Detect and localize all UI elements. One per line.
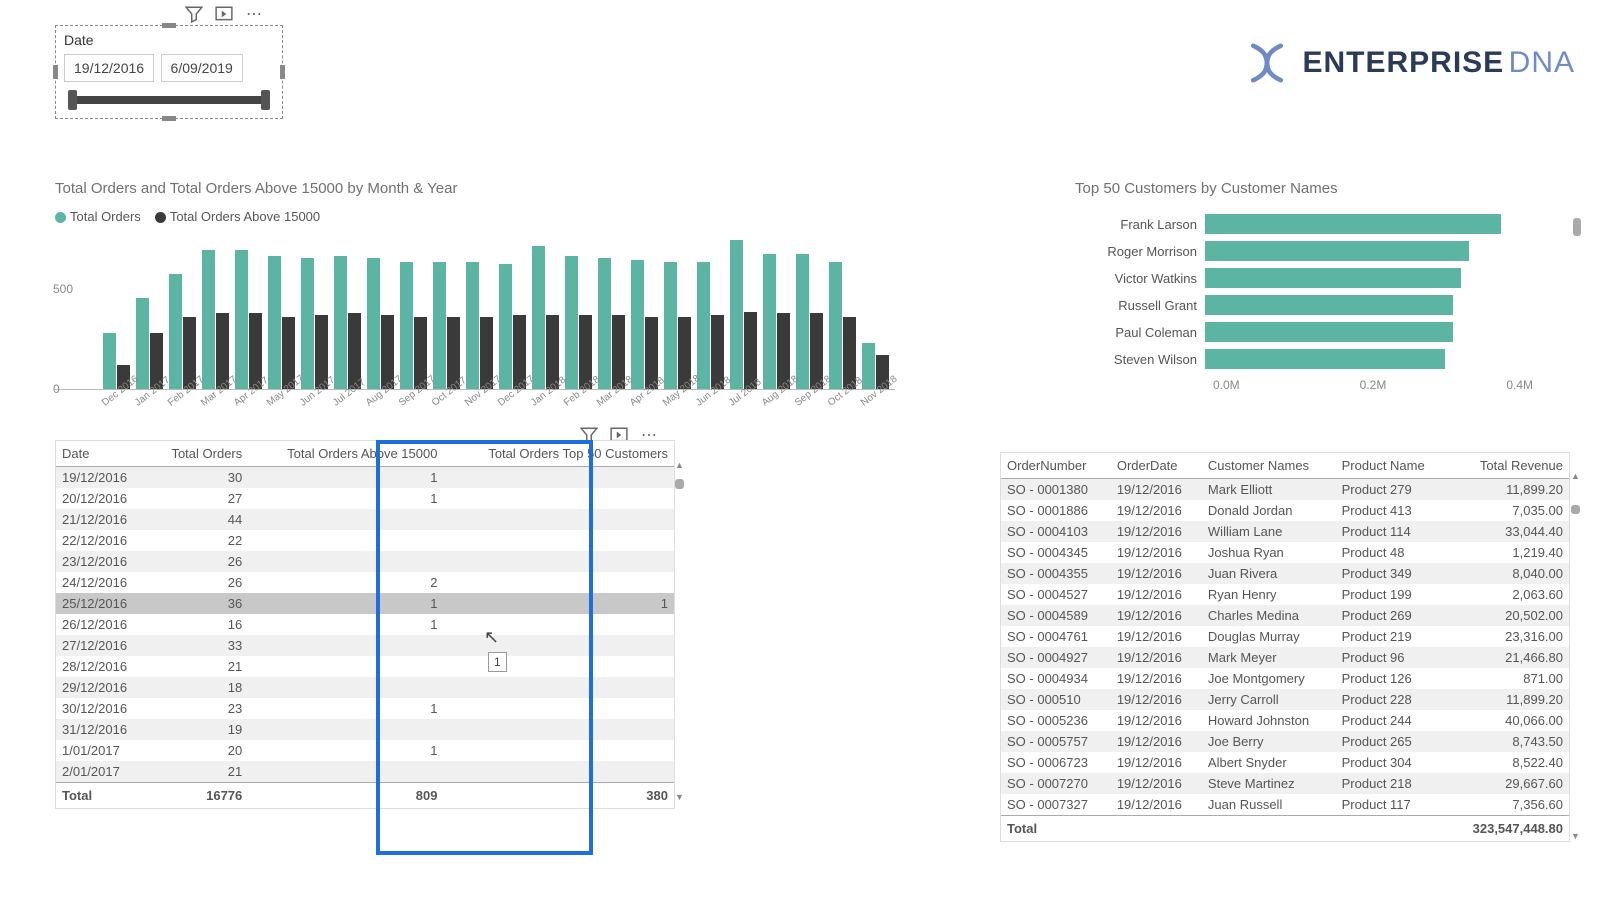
date-from-input[interactable]: 19/12/2016 xyxy=(64,54,154,82)
table-row[interactable]: 27/12/201633 xyxy=(56,635,674,656)
customer-bar[interactable] xyxy=(1205,295,1453,315)
bar-total-orders[interactable] xyxy=(136,298,149,389)
bar-total-orders[interactable] xyxy=(169,274,182,389)
table-row[interactable]: 21/12/201644 xyxy=(56,509,674,530)
table-row[interactable]: 31/12/201619 xyxy=(56,719,674,740)
column-header[interactable]: Total Orders Above 15000 xyxy=(248,441,443,467)
bar-total-orders[interactable] xyxy=(763,254,776,389)
column-header[interactable]: Customer Names xyxy=(1202,453,1336,479)
bar-total-orders[interactable] xyxy=(631,260,644,389)
table-total-row: Total323,547,448.80 xyxy=(1001,816,1569,842)
table-row[interactable]: 25/12/20163611 xyxy=(56,593,674,614)
date-to-input[interactable]: 6/09/2019 xyxy=(161,54,243,82)
table-row[interactable]: 26/12/2016161 xyxy=(56,614,674,635)
column-header[interactable]: Total Orders xyxy=(149,441,249,467)
table-row[interactable]: SO - 00051019/12/2016Jerry CarrollProduc… xyxy=(1001,689,1569,710)
top-50-customers-chart[interactable]: Top 50 Customers by Customer Names Frank… xyxy=(1075,180,1575,392)
table-row[interactable]: 20/12/2016271 xyxy=(56,488,674,509)
customer-name-label: Roger Morrison xyxy=(1075,244,1205,259)
chart-title: Top 50 Customers by Customer Names xyxy=(1075,180,1575,197)
table-row[interactable]: 1/01/2017201 xyxy=(56,740,674,761)
bar-total-orders[interactable] xyxy=(400,262,413,389)
orders-by-date-table[interactable]: ▲▼ DateTotal OrdersTotal Orders Above 15… xyxy=(55,440,675,809)
table-scrollbar[interactable]: ▲▼ xyxy=(1571,471,1580,841)
chart-scrollbar[interactable] xyxy=(1573,218,1581,236)
bar-total-orders[interactable] xyxy=(202,250,215,389)
table-row[interactable]: 2/01/201721 xyxy=(56,761,674,783)
table-row[interactable]: SO - 000672319/12/2016Albert SnyderProdu… xyxy=(1001,752,1569,773)
bar-total-orders[interactable] xyxy=(301,258,314,389)
table-row[interactable]: 30/12/2016231 xyxy=(56,698,674,719)
customer-name-label: Russell Grant xyxy=(1075,298,1205,313)
bar-total-orders[interactable] xyxy=(235,250,248,389)
table-row[interactable]: SO - 000727019/12/2016Steve MartinezProd… xyxy=(1001,773,1569,794)
table-row[interactable]: SO - 000435519/12/2016Juan RiveraProduct… xyxy=(1001,563,1569,584)
bar-total-orders[interactable] xyxy=(598,258,611,389)
bar-total-orders[interactable] xyxy=(664,262,677,389)
slicer-title: Date xyxy=(64,32,274,48)
table-row[interactable]: SO - 000523619/12/2016Howard JohnstonPro… xyxy=(1001,710,1569,731)
cell-tooltip: 1 xyxy=(488,652,507,672)
bar-total-orders[interactable] xyxy=(796,254,809,389)
customer-name-label: Paul Coleman xyxy=(1075,325,1205,340)
table-row[interactable]: SO - 000476119/12/2016Douglas MurrayProd… xyxy=(1001,626,1569,647)
filter-icon[interactable] xyxy=(185,5,203,23)
bar-total-orders[interactable] xyxy=(433,262,446,389)
customer-name-label: Steven Wilson xyxy=(1075,352,1205,367)
customer-bar[interactable] xyxy=(1205,214,1501,234)
bar-total-orders[interactable] xyxy=(334,256,347,389)
table-row[interactable]: SO - 000434519/12/2016Joshua RyanProduct… xyxy=(1001,542,1569,563)
table-scrollbar[interactable]: ▲▼ xyxy=(675,461,684,801)
table-row[interactable]: SO - 000732719/12/2016Juan RussellProduc… xyxy=(1001,794,1569,816)
column-header[interactable]: Product Name xyxy=(1336,453,1448,479)
table-row[interactable]: SO - 000458919/12/2016Charles MedinaProd… xyxy=(1001,605,1569,626)
date-range-slider[interactable] xyxy=(68,96,270,104)
bar-total-orders[interactable] xyxy=(532,246,545,389)
column-header[interactable]: OrderDate xyxy=(1111,453,1202,479)
table-row[interactable]: SO - 000138019/12/2016Mark ElliottProduc… xyxy=(1001,479,1569,501)
column-header[interactable]: Total Revenue xyxy=(1448,453,1569,479)
bar-total-orders[interactable] xyxy=(697,262,710,389)
table-row[interactable]: SO - 000410319/12/2016William LaneProduc… xyxy=(1001,521,1569,542)
table-row[interactable]: SO - 000452719/12/2016Ryan HenryProduct … xyxy=(1001,584,1569,605)
bar-total-orders[interactable] xyxy=(367,258,380,389)
customer-bar[interactable] xyxy=(1205,241,1469,261)
enterprise-dna-logo: ENTERPRISE DNA xyxy=(1244,40,1575,86)
bar-total-orders[interactable] xyxy=(829,262,842,389)
customer-bar[interactable] xyxy=(1205,349,1445,369)
order-details-table[interactable]: ▲▼ OrderNumberOrderDateCustomer NamesPro… xyxy=(1000,452,1570,842)
customer-bar[interactable] xyxy=(1205,322,1453,342)
table-row[interactable]: 22/12/201622 xyxy=(56,530,674,551)
table-row[interactable]: SO - 000575719/12/2016Joe BerryProduct 2… xyxy=(1001,731,1569,752)
table-row[interactable]: 24/12/2016262 xyxy=(56,572,674,593)
orders-by-month-chart[interactable]: Total Orders and Total Orders Above 1500… xyxy=(55,180,895,411)
table-row[interactable]: 28/12/201621 xyxy=(56,656,674,677)
bar-total-orders[interactable] xyxy=(730,240,743,389)
legend-above-15000[interactable]: Total Orders Above 15000 xyxy=(155,209,320,224)
customer-bar[interactable] xyxy=(1205,268,1461,288)
bar-total-orders[interactable] xyxy=(268,256,281,389)
chart-title: Total Orders and Total Orders Above 1500… xyxy=(55,180,895,197)
bar-total-orders[interactable] xyxy=(499,264,512,389)
date-slicer[interactable]: Date 19/12/2016 6/09/2019 xyxy=(55,25,283,119)
table-row[interactable]: SO - 000493419/12/2016Joe MontgomeryProd… xyxy=(1001,668,1569,689)
customer-name-label: Victor Watkins xyxy=(1075,271,1205,286)
column-header[interactable]: OrderNumber xyxy=(1001,453,1111,479)
table-row[interactable]: SO - 000492719/12/2016Mark MeyerProduct … xyxy=(1001,647,1569,668)
table-total-row: Total16776809380 xyxy=(56,783,674,809)
table-row[interactable]: 29/12/201618 xyxy=(56,677,674,698)
table-row[interactable]: SO - 000188619/12/2016Donald JordanProdu… xyxy=(1001,500,1569,521)
focus-mode-icon[interactable] xyxy=(215,5,233,23)
bar-total-orders[interactable] xyxy=(565,256,578,389)
legend-total-orders[interactable]: Total Orders xyxy=(55,209,141,224)
bar-total-orders[interactable] xyxy=(466,262,479,389)
table-row[interactable]: 19/12/2016301 xyxy=(56,467,674,489)
column-header[interactable]: Total Orders Top 50 Customers xyxy=(443,441,674,467)
table-row[interactable]: 23/12/201626 xyxy=(56,551,674,572)
more-options-icon[interactable]: ⋯ xyxy=(245,5,263,23)
bar-total-orders[interactable] xyxy=(103,333,116,389)
customer-name-label: Frank Larson xyxy=(1075,217,1205,232)
column-header[interactable]: Date xyxy=(56,441,149,467)
